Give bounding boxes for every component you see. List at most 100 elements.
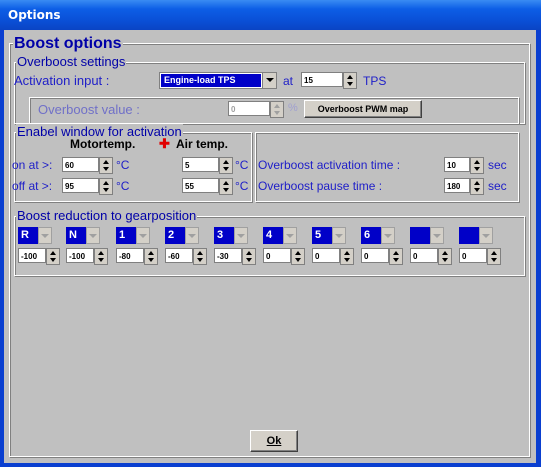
gear-select-label: 4	[263, 227, 283, 244]
gear-reduction-value[interactable]: -60	[165, 248, 193, 263]
gear-reduction-spinner-6[interactable]: 0	[361, 248, 403, 265]
spinner-arrows-icon[interactable]	[438, 248, 452, 265]
on-airtemp-value[interactable]: 5	[182, 157, 219, 172]
gear-reduction-spinner-r[interactable]: -100	[18, 248, 60, 265]
activation-time-spinner[interactable]: 10	[444, 157, 484, 174]
on-airtemp-spinner[interactable]: 5	[182, 157, 233, 174]
tps-threshold-spinner[interactable]: 15	[301, 72, 357, 89]
chevron-down-icon[interactable]	[38, 227, 52, 244]
gear-reduction-value[interactable]: 0	[361, 248, 389, 263]
spinner-arrows-icon[interactable]	[340, 248, 354, 265]
chevron-down-icon[interactable]	[86, 227, 100, 244]
gear-reduction-value[interactable]: 0	[410, 248, 438, 263]
gear-reduction-spinner-3[interactable]: -30	[214, 248, 256, 265]
chevron-down-icon[interactable]	[262, 73, 276, 88]
gear-reduction-spinner-5[interactable]: 0	[312, 248, 354, 265]
client-area: Boost options Overboost settings Activat…	[4, 30, 536, 463]
spinner-arrows-icon[interactable]	[343, 72, 357, 89]
chevron-down-icon[interactable]	[136, 227, 150, 244]
spinner-arrows-icon[interactable]	[242, 248, 256, 265]
gear-select-2[interactable]: 2	[165, 227, 199, 244]
gear-reduction-value[interactable]: -100	[66, 248, 94, 263]
off-motortemp-value[interactable]: 95	[62, 178, 99, 193]
plus-icon: ✚	[159, 136, 170, 151]
air-temp-header: Air temp.	[176, 137, 229, 151]
activation-input-select[interactable]: Engine-load TPS	[159, 72, 277, 89]
on-motortemp-value[interactable]: 60	[62, 157, 99, 172]
gear-reduction-spinner-4[interactable]: 0	[263, 248, 305, 265]
chevron-down-icon[interactable]	[430, 227, 444, 244]
pause-time-label: Overboost pause time :	[258, 179, 383, 193]
gear-select-label: 6	[361, 227, 381, 244]
spinner-arrows-icon[interactable]	[99, 178, 113, 195]
pause-time-unit: sec	[488, 179, 507, 193]
gear-select-label: 2	[165, 227, 185, 244]
overboost-value-value[interactable]: 0	[228, 101, 270, 116]
pause-time-spinner[interactable]: 180	[444, 178, 484, 195]
spinner-arrows-icon[interactable]	[270, 101, 284, 118]
spinner-arrows-icon[interactable]	[219, 178, 233, 195]
chevron-down-icon[interactable]	[381, 227, 395, 244]
title-bar[interactable]: Options	[0, 0, 541, 30]
spinner-arrows-icon[interactable]	[389, 248, 403, 265]
gear-reduction-value[interactable]: 0	[312, 248, 340, 263]
gear-select-r[interactable]: R	[18, 227, 52, 244]
gear-select-4[interactable]: 4	[263, 227, 297, 244]
on-motortemp-unit: °C	[116, 158, 130, 172]
on-motortemp-spinner[interactable]: 60	[62, 157, 113, 174]
gear-select-5[interactable]: 5	[312, 227, 346, 244]
gear-reduction-value[interactable]: -30	[214, 248, 242, 263]
spinner-arrows-icon[interactable]	[144, 248, 158, 265]
gear-reduction-spinner-10[interactable]: 0	[459, 248, 501, 265]
overboost-settings-title: Overboost settings	[16, 54, 127, 69]
overboost-value-spinner[interactable]: 0	[228, 101, 284, 118]
overboost-pwm-map-button[interactable]: Overboost PWM map	[304, 100, 422, 118]
spinner-arrows-icon[interactable]	[291, 248, 305, 265]
at-label: at	[283, 74, 294, 88]
spinner-arrows-icon[interactable]	[470, 157, 484, 174]
spinner-arrows-icon[interactable]	[99, 157, 113, 174]
ok-button[interactable]: Ok	[250, 430, 298, 452]
chevron-down-icon[interactable]	[234, 227, 248, 244]
activation-time-value[interactable]: 10	[444, 157, 470, 172]
gear-reduction-spinner-9[interactable]: 0	[410, 248, 452, 265]
chevron-down-icon[interactable]	[283, 227, 297, 244]
gear-select-1[interactable]: 1	[116, 227, 150, 244]
activation-input-value: Engine-load TPS	[161, 74, 261, 87]
chevron-down-icon[interactable]	[479, 227, 493, 244]
gear-reduction-spinner-n[interactable]: -100	[66, 248, 108, 265]
gear-reduction-value[interactable]: -100	[18, 248, 46, 263]
ok-button-label: Ok	[266, 435, 282, 447]
gear-select-label: 1	[116, 227, 136, 244]
activation-time-label: Overboost activation time :	[258, 158, 401, 172]
gear-select-3[interactable]: 3	[214, 227, 248, 244]
gear-reduction-value[interactable]: -80	[116, 248, 144, 263]
gear-select-6[interactable]: 6	[361, 227, 395, 244]
tps-unit-label: TPS	[363, 74, 387, 88]
gear-select-10[interactable]	[459, 227, 493, 244]
gear-select-label: 3	[214, 227, 234, 244]
spinner-arrows-icon[interactable]	[46, 248, 60, 265]
off-airtemp-value[interactable]: 55	[182, 178, 219, 193]
gear-select-label	[410, 227, 430, 244]
spinner-arrows-icon[interactable]	[219, 157, 233, 174]
gear-select-label	[459, 227, 479, 244]
gear-select-9[interactable]	[410, 227, 444, 244]
gear-reduction-value[interactable]: 0	[263, 248, 291, 263]
gear-reduction-spinner-1[interactable]: -80	[116, 248, 158, 265]
window-title: Options	[8, 8, 61, 22]
off-airtemp-spinner[interactable]: 55	[182, 178, 233, 195]
spinner-arrows-icon[interactable]	[94, 248, 108, 265]
pause-time-value[interactable]: 180	[444, 178, 470, 193]
spinner-arrows-icon[interactable]	[193, 248, 207, 265]
spinner-arrows-icon[interactable]	[487, 248, 501, 265]
off-airtemp-unit: °C	[235, 179, 249, 193]
chevron-down-icon[interactable]	[332, 227, 346, 244]
gear-select-n[interactable]: N	[66, 227, 100, 244]
tps-threshold-value[interactable]: 15	[301, 72, 343, 87]
gear-reduction-spinner-2[interactable]: -60	[165, 248, 207, 265]
off-motortemp-spinner[interactable]: 95	[62, 178, 113, 195]
chevron-down-icon[interactable]	[185, 227, 199, 244]
spinner-arrows-icon[interactable]	[470, 178, 484, 195]
gear-reduction-value[interactable]: 0	[459, 248, 487, 263]
